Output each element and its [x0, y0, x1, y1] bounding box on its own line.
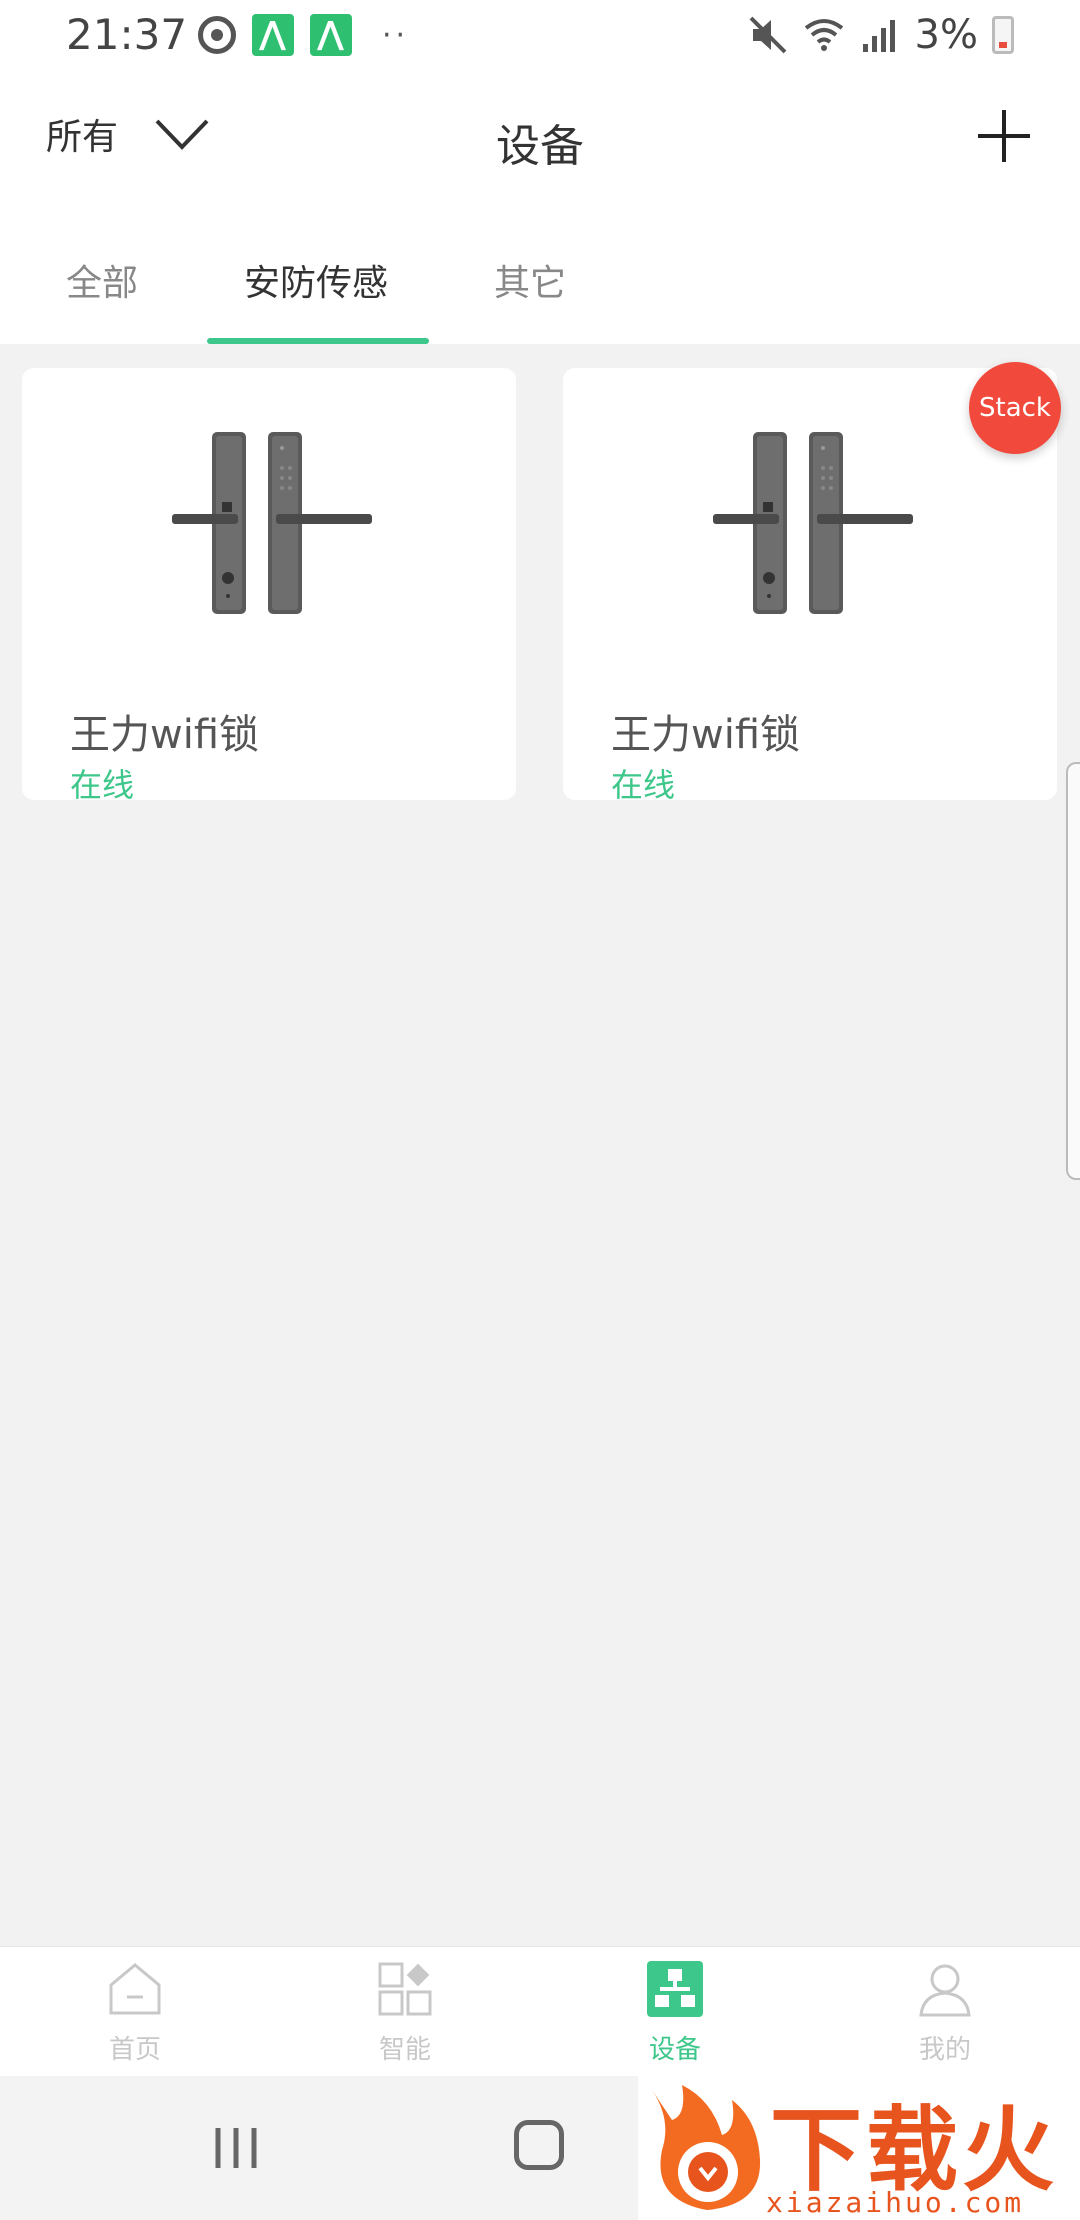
device-name: 王力wifi锁	[611, 712, 801, 758]
status-time: 21:37	[66, 10, 188, 59]
home-filter-dropdown[interactable]: 所有	[46, 108, 210, 160]
nav-item-profile[interactable]: 我的	[810, 1947, 1080, 2076]
home-icon	[109, 1963, 161, 2015]
home-button[interactable]	[514, 2120, 564, 2170]
watermark: 下载火 xiazaihuo.com	[638, 2076, 1080, 2220]
nav-label: 设备	[648, 2035, 701, 2065]
device-card[interactable]: 王力wifi锁 在线	[22, 368, 516, 804]
bottom-nav: 首页 智能 设备 我的	[0, 1946, 1080, 2076]
mute-icon	[749, 16, 786, 54]
sync-icon	[198, 16, 236, 54]
device-status: 在线	[70, 766, 135, 804]
nav-item-smart[interactable]: 智能	[270, 1947, 540, 2076]
nav-label: 首页	[108, 2035, 161, 2065]
filter-label: 所有	[46, 117, 119, 158]
category-tabs: 全部 安防传感 其它	[0, 210, 1080, 344]
chevron-down-icon	[155, 119, 209, 150]
watermark-url: xiazaihuo.com	[766, 2186, 1025, 2219]
app-notification-icon	[252, 14, 294, 56]
status-bar: 21:37 ·· 3%	[0, 0, 1080, 72]
battery-low-icon	[992, 16, 1014, 54]
header: 所有 设备	[0, 72, 1080, 210]
device-grid: 王力wifi锁 在线 王力wifi锁 在线 Stack	[0, 344, 1080, 1946]
profile-icon	[919, 1964, 971, 2017]
smart-icon	[378, 1962, 432, 2016]
nav-item-home[interactable]: 首页	[0, 1947, 270, 2076]
device-card[interactable]: 王力wifi锁 在线 Stack	[563, 362, 1061, 804]
battery-percent: 3%	[914, 12, 978, 58]
flame-logo-icon	[652, 2085, 761, 2210]
nav-label: 智能	[378, 2035, 431, 2065]
nav-label: 我的	[918, 2035, 971, 2065]
tab-all[interactable]: 全部	[66, 254, 138, 306]
device-status: 在线	[611, 766, 676, 804]
smart-lock-image	[713, 432, 913, 614]
wifi-icon	[804, 19, 843, 51]
smart-lock-image	[172, 432, 372, 614]
add-device-button[interactable]	[976, 108, 1032, 164]
devices-icon	[647, 1961, 703, 2017]
edge-panel-handle[interactable]	[1066, 762, 1080, 1180]
app-notification-icon	[310, 14, 352, 56]
app-root: 21:37 ·· 3%	[0, 0, 1080, 2220]
recents-button[interactable]	[212, 2124, 260, 2172]
status-right-icons: 3%	[747, 12, 1014, 58]
stack-badge[interactable]: Stack	[969, 362, 1061, 454]
tab-other[interactable]: 其它	[494, 254, 566, 306]
nav-item-devices[interactable]: 设备	[540, 1947, 810, 2076]
more-dots-icon: ··	[382, 17, 410, 53]
status-left-icons: ··	[198, 14, 409, 56]
signal-icon	[862, 20, 895, 52]
device-name: 王力wifi锁	[70, 712, 260, 758]
tab-security-sensors[interactable]: 安防传感	[244, 254, 388, 306]
